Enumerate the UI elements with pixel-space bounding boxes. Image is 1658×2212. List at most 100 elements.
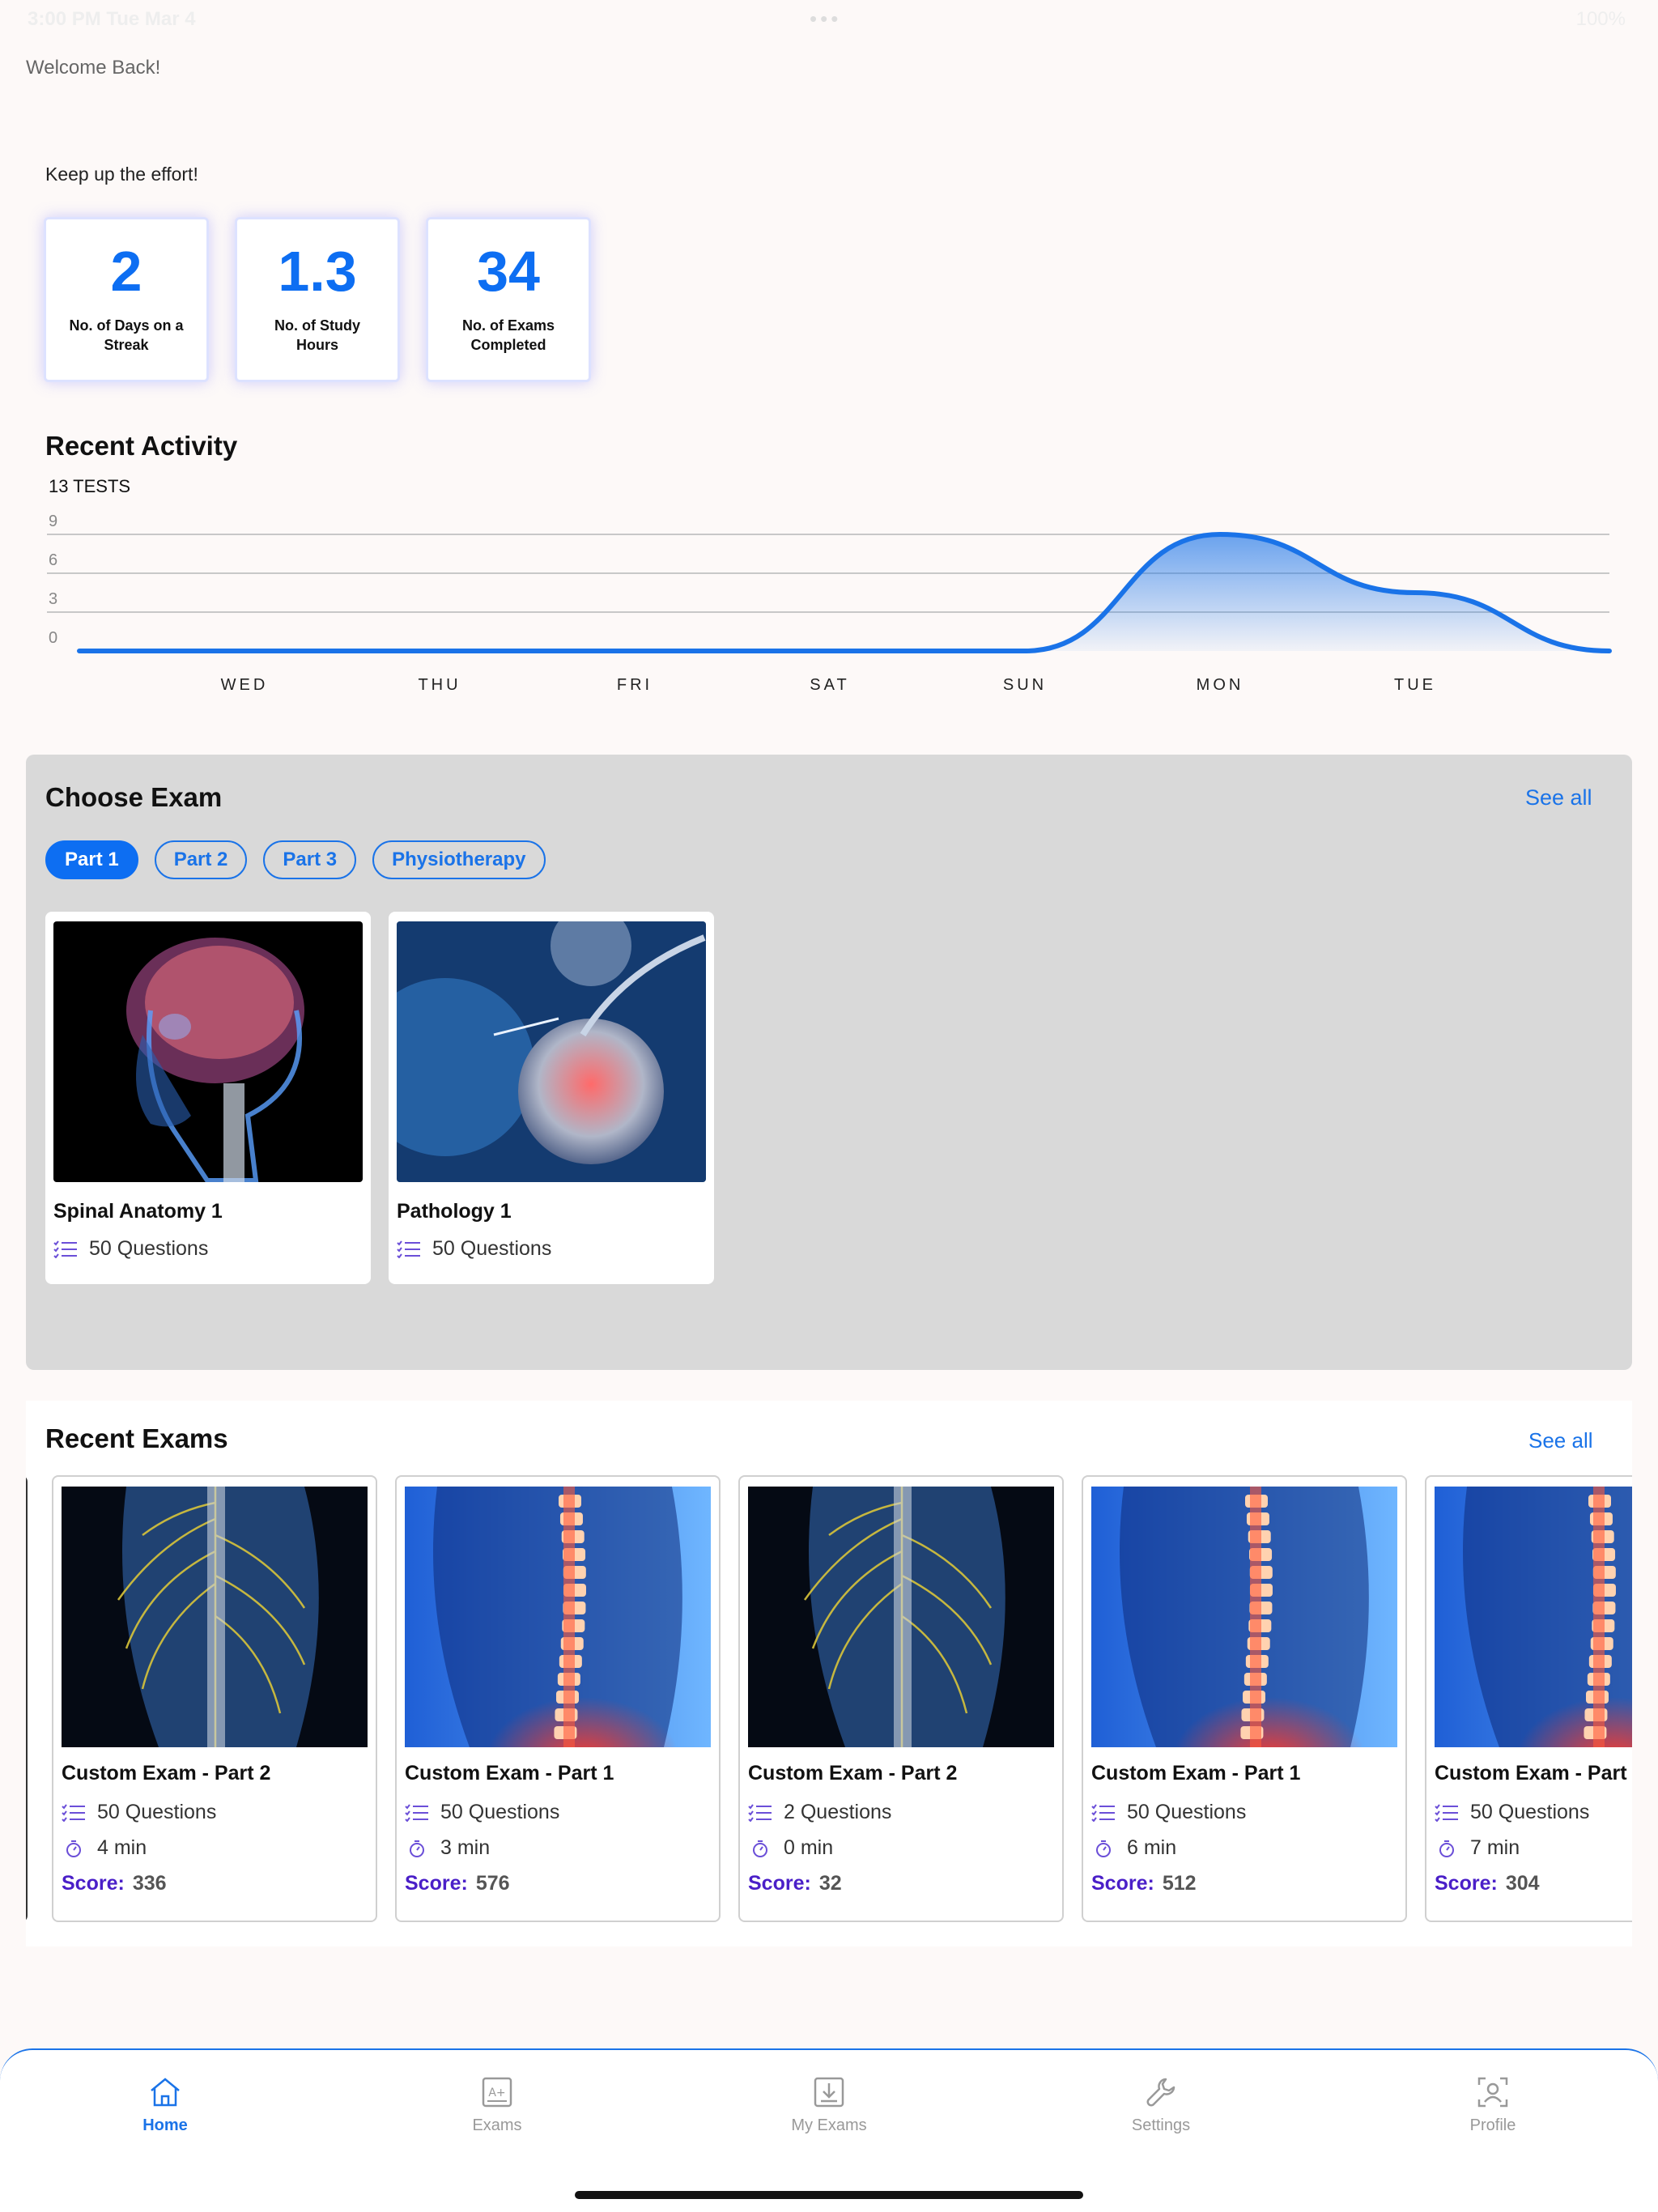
partial-card-left bbox=[26, 1475, 28, 1922]
status-bar: 3:00 PM Tue Mar 4 ••• 100% bbox=[0, 0, 1658, 40]
chart-x-tick-label: WED bbox=[221, 676, 269, 694]
recent-exam-card[interactable]: Custom Exam - Part 1 50 Questions 7 min … bbox=[1425, 1475, 1632, 1922]
profile-icon bbox=[1477, 2077, 1508, 2108]
chip-part-1[interactable]: Part 1 bbox=[45, 840, 138, 879]
recent-exam-card[interactable]: Custom Exam - Part 2 50 Questions 4 min … bbox=[52, 1475, 377, 1922]
timer-icon bbox=[410, 1840, 424, 1858]
timer-icon bbox=[1439, 1840, 1454, 1858]
exam-duration-text: 6 min bbox=[1127, 1836, 1177, 1859]
recent-exams-see-all-link[interactable]: See all bbox=[1528, 1428, 1593, 1453]
chart-x-tick-label: MON bbox=[1197, 676, 1244, 694]
exam-questions: 50 Questions bbox=[1435, 1801, 1589, 1824]
score-label: Score: bbox=[748, 1872, 811, 1895]
score-label: Score: bbox=[62, 1872, 125, 1895]
exam-duration-text: 4 min bbox=[97, 1836, 147, 1859]
list-icon bbox=[53, 1240, 77, 1259]
chart-area bbox=[79, 534, 1609, 651]
score-value: 512 bbox=[1162, 1872, 1197, 1895]
choose-exam-title: Choose Exam bbox=[45, 782, 223, 812]
exam-questions-text: 50 Questions bbox=[97, 1801, 217, 1823]
recent-exam-card[interactable]: Custom Exam - Part 2 2 Questions 0 min S… bbox=[738, 1475, 1064, 1922]
nervous-system-illustration bbox=[62, 1487, 368, 1747]
home-icon bbox=[151, 2078, 180, 2107]
stat-value: 34 bbox=[477, 240, 540, 303]
exam-questions-text: 50 Questions bbox=[440, 1801, 560, 1823]
tab-label: Exams bbox=[472, 2116, 522, 2134]
score-value: 304 bbox=[1505, 1872, 1540, 1895]
exam-duration-text: 0 min bbox=[784, 1836, 834, 1859]
timer-icon bbox=[753, 1840, 767, 1858]
svg-text:A+: A+ bbox=[488, 2087, 505, 2099]
chart-y-tick-label: 3 bbox=[49, 590, 57, 608]
score-label: Score: bbox=[1091, 1872, 1154, 1895]
exam-questions-text: 2 Questions bbox=[784, 1801, 892, 1823]
exam-name: Custom Exam - Part 1 bbox=[1435, 1762, 1632, 1784]
score-value: 576 bbox=[475, 1872, 510, 1895]
list-icon bbox=[1091, 1804, 1115, 1823]
cell-pathology-illustration bbox=[397, 921, 706, 1182]
stat-value: 2 bbox=[110, 240, 142, 303]
stat-value: 1.3 bbox=[278, 240, 357, 303]
tab-home[interactable]: Home bbox=[84, 2074, 246, 2135]
home-indicator[interactable] bbox=[575, 2191, 1083, 2199]
exam-name: Custom Exam - Part 1 bbox=[405, 1762, 614, 1784]
recent-activity-title: Recent Activity bbox=[45, 431, 238, 461]
list-icon bbox=[1435, 1804, 1458, 1823]
wrench-icon bbox=[1146, 2078, 1175, 2107]
stat-card-exams-completed: 34 No. of Exams Completed bbox=[426, 217, 591, 382]
stat-label: No. of Days on a Streak bbox=[69, 317, 184, 353]
brain-skull-illustration bbox=[53, 921, 363, 1182]
list-icon bbox=[62, 1804, 85, 1823]
tab-label: Settings bbox=[1131, 2116, 1191, 2134]
exam-questions: 50 Questions bbox=[1091, 1801, 1246, 1824]
exam-questions: 50 Questions bbox=[405, 1801, 559, 1824]
tab-exams[interactable]: A+ Exams bbox=[416, 2074, 578, 2135]
activity-chart: 9 6 3 0 WED THU FRI SAT SUN MON TUE bbox=[47, 513, 1612, 694]
score-label: Score: bbox=[1435, 1872, 1498, 1895]
timer-icon bbox=[1096, 1840, 1111, 1858]
choose-exam-see-all-link[interactable]: See all bbox=[1525, 785, 1592, 810]
chart-y-tick-label: 6 bbox=[49, 551, 57, 569]
tab-label: Profile bbox=[1469, 2116, 1516, 2134]
score-value: 336 bbox=[132, 1872, 167, 1895]
exam-questions: 50 Questions bbox=[397, 1237, 551, 1261]
chip-physiotherapy[interactable]: Physiotherapy bbox=[372, 840, 546, 879]
exam-score: Score: 32 bbox=[748, 1872, 842, 1895]
exams-icon: A+ bbox=[482, 2077, 512, 2108]
recent-exams-title: Recent Exams bbox=[45, 1423, 228, 1453]
exam-questions-text: 50 Questions bbox=[1127, 1801, 1247, 1823]
chip-part-2[interactable]: Part 2 bbox=[154, 840, 248, 879]
chart-x-tick-label: SAT bbox=[810, 676, 849, 694]
exam-name: Spinal Anatomy 1 bbox=[53, 1200, 223, 1223]
exam-duration: 3 min bbox=[405, 1836, 490, 1860]
tab-settings[interactable]: Settings bbox=[1080, 2074, 1242, 2135]
stat-card-streak: 2 No. of Days on a Streak bbox=[44, 217, 209, 382]
exam-duration: 4 min bbox=[62, 1836, 147, 1860]
multitasking-dots[interactable]: ••• bbox=[810, 6, 841, 32]
exam-questions-text: 50 Questions bbox=[1470, 1801, 1590, 1823]
exam-duration-text: 3 min bbox=[440, 1836, 491, 1859]
chip-part-3[interactable]: Part 3 bbox=[263, 840, 357, 879]
motivation-text: Keep up the effort! bbox=[45, 164, 198, 185]
chart-x-tick-label: TUE bbox=[1394, 676, 1436, 694]
chart-x-tick-label: SUN bbox=[1003, 676, 1047, 694]
stat-label: No. of Exams Completed bbox=[461, 317, 555, 353]
chart-y-tick-label: 9 bbox=[49, 513, 57, 530]
list-icon bbox=[405, 1804, 428, 1823]
exam-score: Score: 304 bbox=[1435, 1872, 1540, 1895]
welcome-text: Welcome Back! bbox=[26, 57, 161, 79]
list-icon bbox=[748, 1804, 772, 1823]
tab-my-exams[interactable]: My Exams bbox=[748, 2074, 910, 2135]
exam-score: Score: 512 bbox=[1091, 1872, 1197, 1895]
nervous-system-illustration bbox=[748, 1487, 1054, 1747]
recent-exams-panel: Recent Exams See all Custom Exam - Part … bbox=[26, 1401, 1632, 1946]
exam-questions-text: 50 Questions bbox=[89, 1237, 209, 1260]
exam-card-spinal-anatomy[interactable]: Spinal Anatomy 1 50 Questions bbox=[45, 912, 371, 1284]
tests-count: 13 TESTS bbox=[49, 476, 131, 496]
tab-profile[interactable]: Profile bbox=[1412, 2074, 1574, 2135]
spine-pain-illustration bbox=[1435, 1487, 1632, 1747]
exam-duration: 7 min bbox=[1435, 1836, 1520, 1860]
recent-exam-card[interactable]: Custom Exam - Part 1 50 Questions 3 min … bbox=[395, 1475, 721, 1922]
exam-card-pathology[interactable]: Pathology 1 50 Questions bbox=[389, 912, 714, 1284]
recent-exam-card[interactable]: Custom Exam - Part 1 50 Questions 6 min … bbox=[1082, 1475, 1407, 1922]
